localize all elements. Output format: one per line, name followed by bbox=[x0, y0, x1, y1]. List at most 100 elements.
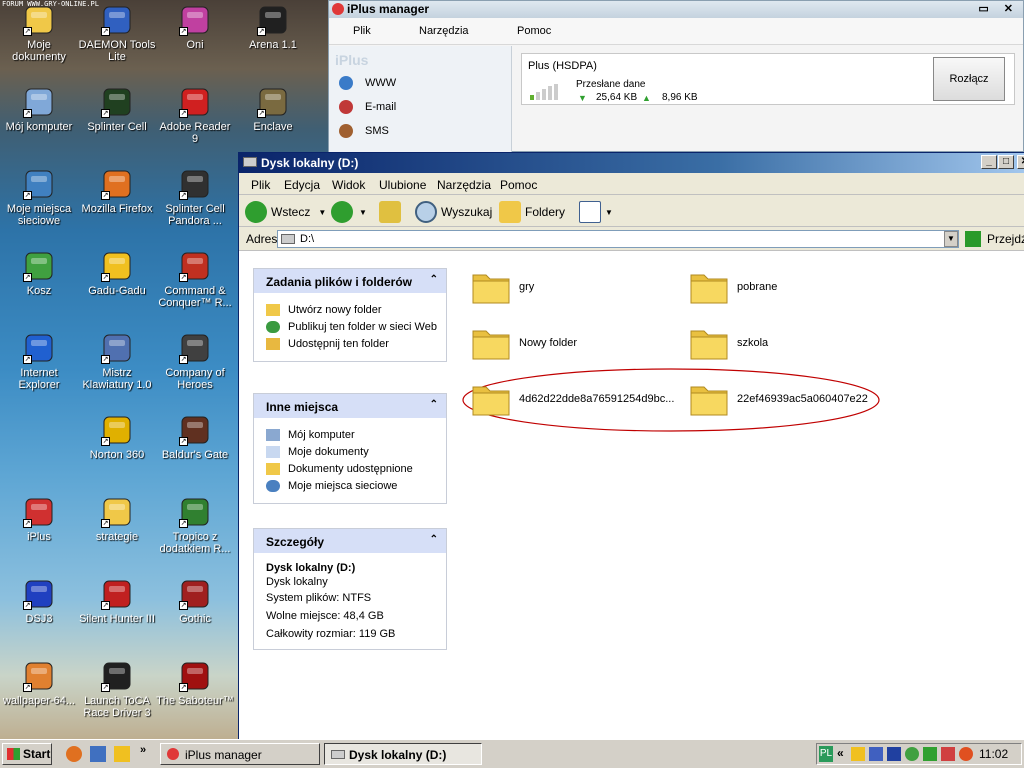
desktop-icon[interactable]: ↗ Splinter Cell bbox=[78, 86, 156, 133]
quicklaunch-more-icon[interactable]: » bbox=[140, 744, 146, 756]
desktop-icon[interactable]: ↗ Internet Explorer bbox=[0, 332, 78, 391]
alert-icon[interactable] bbox=[941, 747, 955, 761]
desktop-icon[interactable]: ↗ wallpaper-64... bbox=[0, 660, 78, 707]
network-tray-icon[interactable] bbox=[869, 747, 883, 761]
desktop-app-icon: ↗ bbox=[179, 332, 211, 364]
tray-expand-icon[interactable]: « bbox=[837, 746, 844, 760]
shortcut-arrow-icon: ↗ bbox=[23, 109, 32, 118]
desktop-icon[interactable]: ↗ Norton 360 bbox=[78, 414, 156, 461]
search-button[interactable]: Wyszukaj bbox=[415, 201, 492, 223]
details-header[interactable]: Szczegóły ⌃ bbox=[254, 529, 446, 553]
menu-plik[interactable]: Plik bbox=[251, 178, 270, 192]
iplus-menu-narzedzia[interactable]: Narzędzia bbox=[419, 25, 469, 37]
desktop-icon[interactable]: ↗ Oni bbox=[156, 4, 234, 51]
folder-item[interactable]: Nowy folder bbox=[471, 323, 681, 367]
collapse-icon[interactable]: ⌃ bbox=[430, 274, 438, 285]
desktop-icon[interactable]: ↗ Splinter Cell Pandora ... bbox=[156, 168, 234, 227]
desktop-icon[interactable]: ↗ Company of Heroes bbox=[156, 332, 234, 391]
folder-item[interactable]: pobrane bbox=[689, 267, 899, 311]
menu-widok[interactable]: Widok bbox=[332, 178, 365, 192]
menu-pomoc[interactable]: Pomoc bbox=[500, 178, 537, 192]
shield-icon[interactable] bbox=[851, 747, 865, 761]
desktop-icon[interactable]: ↗ Adobe Reader 9 bbox=[156, 86, 234, 145]
place-shared-documents[interactable]: Dokumenty udostępnione bbox=[254, 463, 446, 475]
desktop-icon[interactable]: ↗ Silent Hunter III bbox=[78, 578, 156, 625]
iplus-menu-pomoc[interactable]: Pomoc bbox=[517, 25, 551, 37]
taskbar-explorer[interactable]: Dysk lokalny (D:) bbox=[324, 743, 482, 765]
other-places-header[interactable]: Inne miejsca ⌃ bbox=[254, 394, 446, 418]
iplus-nav-www[interactable]: WWW bbox=[339, 76, 396, 90]
desktop-icon[interactable]: ↗ Gadu-Gadu bbox=[78, 250, 156, 297]
place-my-documents[interactable]: Moje dokumenty bbox=[254, 446, 446, 458]
menu-ulubione[interactable]: Ulubione bbox=[379, 178, 426, 192]
place-my-computer[interactable]: Mój komputer bbox=[254, 429, 446, 441]
desktop-icon[interactable]: ↗ DSJ3 bbox=[0, 578, 78, 625]
maximize-button[interactable]: □ bbox=[998, 155, 1014, 169]
desktop-icon[interactable]: ↗ Tropico z dodatkiem R... bbox=[156, 496, 234, 555]
explorer-titlebar[interactable]: Dysk lokalny (D:) _ □ ✕ bbox=[239, 153, 1024, 173]
folders-button[interactable]: Foldery bbox=[499, 201, 565, 223]
file-tasks-header[interactable]: Zadania plików i folderów ⌃ bbox=[254, 269, 446, 293]
desktop-icon[interactable]: ↗ Baldur's Gate bbox=[156, 414, 234, 461]
forward-button[interactable]: ▼ bbox=[331, 201, 367, 223]
shortcut-arrow-icon: ↗ bbox=[101, 191, 110, 200]
update-icon[interactable] bbox=[923, 747, 937, 761]
views-button[interactable]: ▼ bbox=[579, 201, 613, 223]
desktop-icon[interactable]: ↗ strategie bbox=[78, 496, 156, 543]
desktop-icon[interactable]: ↗ Mistrz Klawiatury 1.0 bbox=[78, 332, 156, 391]
disconnect-button[interactable]: Rozłącz bbox=[933, 57, 1005, 101]
iplus-titlebar[interactable]: iPlus manager ▭ ✕ bbox=[329, 1, 1023, 18]
start-button[interactable]: Start bbox=[2, 743, 52, 765]
desktop-icon[interactable]: ↗ The Saboteur™ bbox=[156, 660, 234, 707]
folder-item[interactable]: 4d62d22dde8a76591254d9bc... bbox=[471, 379, 681, 423]
shortcut-arrow-icon: ↗ bbox=[23, 519, 32, 528]
desktop-icon-label: DSJ3 bbox=[25, 613, 53, 625]
up-folder-button[interactable] bbox=[379, 201, 405, 223]
go-button[interactable]: Przejdź bbox=[965, 231, 1024, 247]
desktop-icon[interactable]: ↗ Launch ToCA Race Driver 3 bbox=[78, 660, 156, 719]
desktop-icon[interactable]: ↗ Enclave bbox=[234, 86, 312, 133]
language-indicator[interactable]: PL bbox=[819, 746, 833, 762]
desktop-app-icon: ↗ bbox=[23, 250, 55, 282]
ie-quicklaunch-icon[interactable] bbox=[90, 746, 106, 762]
desktop-icon[interactable]: ↗ Moje dokumenty bbox=[0, 4, 78, 63]
gadu-quicklaunch-icon[interactable] bbox=[114, 746, 130, 762]
address-dropdown-button[interactable]: ▼ bbox=[944, 231, 958, 247]
desktop-icon[interactable]: ↗ Gothic bbox=[156, 578, 234, 625]
firefox-quicklaunch-icon[interactable] bbox=[66, 746, 82, 762]
task-publish-web[interactable]: Publikuj ten folder w sieci Web bbox=[254, 321, 446, 333]
desktop-icon-label: Splinter Cell Pandora ... bbox=[165, 203, 225, 227]
collapse-icon[interactable]: ⌃ bbox=[430, 534, 438, 545]
folder-item[interactable]: szkola bbox=[689, 323, 899, 367]
gadu-tray-icon[interactable] bbox=[905, 747, 919, 761]
task-new-folder[interactable]: Utwórz nowy folder bbox=[254, 304, 446, 316]
desktop-icon[interactable]: ↗ Arena 1.1 bbox=[234, 4, 312, 51]
address-value: D:\ bbox=[300, 233, 315, 245]
place-network[interactable]: Moje miejsca sieciowe bbox=[254, 480, 446, 492]
desktop-icon[interactable]: ↗ DAEMON Tools Lite bbox=[78, 4, 156, 63]
iplus-nav-sms[interactable]: SMS bbox=[339, 124, 389, 138]
iplus-window-buttons[interactable]: ▭ ✕ bbox=[978, 2, 1019, 15]
iplus-menu-plik[interactable]: Plik bbox=[353, 25, 371, 37]
taskbar-iplus[interactable]: iPlus manager bbox=[160, 743, 320, 765]
folder-item[interactable]: 22ef46939ac5a060407e22 bbox=[689, 379, 899, 423]
desktop-icon[interactable]: ↗ Command & Conquer™ R... bbox=[156, 250, 234, 309]
desktop-icon[interactable]: ↗ Mój komputer bbox=[0, 86, 78, 133]
bluetooth-icon[interactable] bbox=[887, 747, 901, 761]
folder-item[interactable]: gry bbox=[471, 267, 681, 311]
desktop-icon[interactable]: ↗ Mozilla Firefox bbox=[78, 168, 156, 215]
desktop-icon[interactable]: ↗ iPlus bbox=[0, 496, 78, 543]
close-button[interactable]: ✕ bbox=[1017, 155, 1024, 169]
iplus-nav-email[interactable]: E-mail bbox=[339, 100, 396, 114]
desktop-icon-label: Moje miejsca sieciowe bbox=[6, 203, 72, 227]
iplus-tray-icon[interactable] bbox=[959, 747, 973, 761]
address-input[interactable]: D:\ bbox=[277, 230, 959, 248]
desktop-icon[interactable]: ↗ Moje miejsca sieciowe bbox=[0, 168, 78, 227]
desktop-icon[interactable]: ↗ Kosz bbox=[0, 250, 78, 297]
collapse-icon[interactable]: ⌃ bbox=[430, 399, 438, 410]
task-share-folder[interactable]: Udostępnij ten folder bbox=[254, 338, 446, 350]
menu-narzedzia[interactable]: Narzędzia bbox=[437, 178, 491, 192]
back-button[interactable]: Wstecz ▼ bbox=[245, 201, 326, 223]
menu-edycja[interactable]: Edycja bbox=[284, 178, 320, 192]
minimize-button[interactable]: _ bbox=[981, 155, 997, 169]
